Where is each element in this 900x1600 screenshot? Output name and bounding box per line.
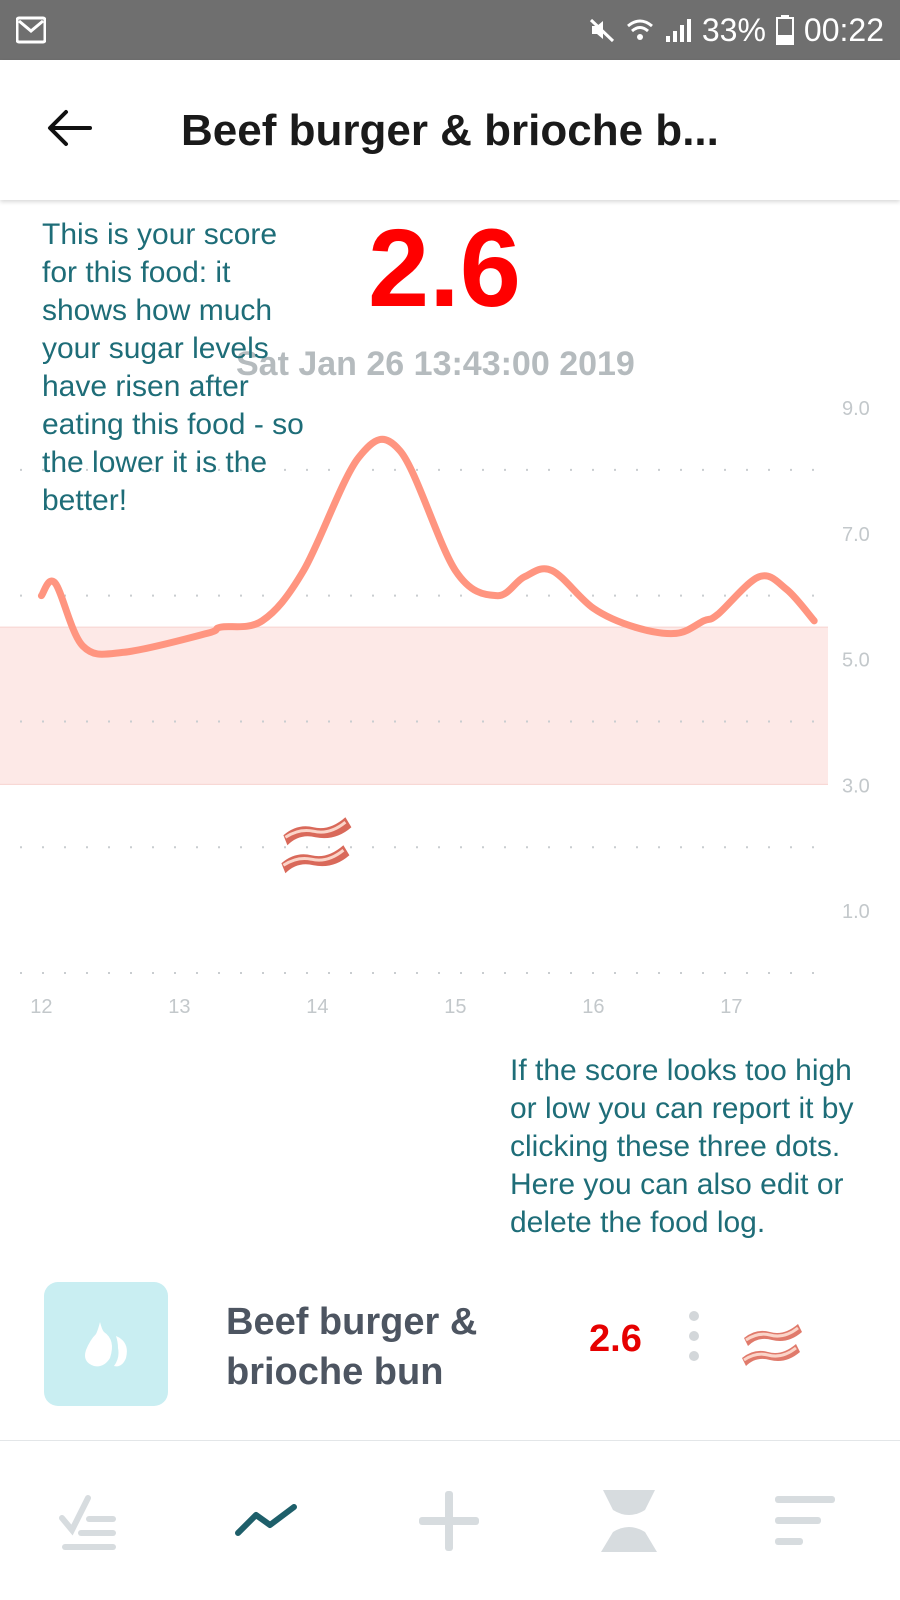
- clock: 00:22: [803, 11, 884, 48]
- x-tick-label: 14: [306, 996, 328, 1018]
- trend-icon: [235, 1504, 297, 1536]
- checklist-icon: [59, 1495, 116, 1550]
- y-tick-label: 5.0: [842, 650, 870, 672]
- mail-icon: [16, 16, 46, 44]
- score-help-note: This is your score for this food: it sho…: [42, 218, 304, 517]
- y-tick-label: 3.0: [842, 775, 870, 797]
- food-score: 2.6: [589, 1318, 642, 1360]
- x-tick-label: 12: [30, 996, 52, 1018]
- battery-icon: [775, 15, 794, 45]
- back-arrow-icon[interactable]: [46, 108, 92, 148]
- menu-icon: [775, 1496, 835, 1545]
- x-tick-label: 17: [720, 996, 742, 1018]
- food-name[interactable]: Beef burger & brioche bun: [226, 1297, 516, 1397]
- status-bar: 33% 00:22: [0, 0, 900, 60]
- y-tick-label: 9.0: [842, 398, 870, 420]
- y-tick-label: 7.0: [842, 524, 870, 546]
- hourglass-icon: [601, 1490, 657, 1552]
- signal-icon: [665, 19, 691, 42]
- x-tick-label: 16: [582, 996, 604, 1018]
- bacon-icon: [281, 817, 352, 874]
- nav-timer[interactable]: [584, 1481, 674, 1561]
- page-title: Beef burger & brioche b...: [181, 106, 719, 155]
- x-tick-label: 15: [444, 996, 466, 1018]
- app-bar: Beef burger & brioche b...: [0, 60, 900, 200]
- bottom-nav: [0, 1441, 900, 1600]
- food-thumbnail[interactable]: [44, 1282, 168, 1406]
- nav-trends[interactable]: [222, 1481, 312, 1561]
- pear-icon: [85, 1322, 127, 1367]
- nav-menu[interactable]: [760, 1481, 850, 1561]
- battery-percent: 33%: [701, 11, 766, 48]
- score-value: 2.6: [368, 207, 521, 330]
- nav-checklist[interactable]: [44, 1481, 134, 1561]
- nav-add[interactable]: [404, 1481, 494, 1561]
- bacon-icon: [742, 1324, 802, 1366]
- report-help-note: If the score looks too high or low you c…: [510, 1054, 854, 1239]
- status-icons: 33% 00:22: [588, 10, 884, 50]
- plus-icon: [419, 1491, 479, 1551]
- x-tick-label: 13: [168, 996, 190, 1018]
- three-dots-icon[interactable]: [682, 1310, 706, 1362]
- y-tick-label: 1.0: [842, 901, 870, 923]
- mute-icon: [589, 18, 614, 43]
- wifi-icon: [626, 19, 653, 40]
